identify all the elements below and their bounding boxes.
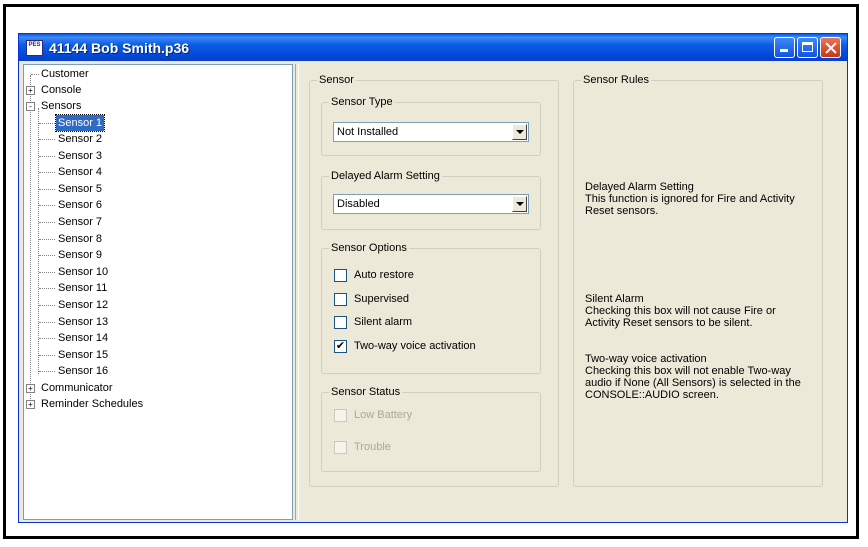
tree-item-label: Sensor 9 [58, 249, 103, 261]
delayed-alarm-select[interactable]: Disabled [333, 194, 529, 214]
checkbox-box [334, 441, 347, 454]
tree-item-label: Sensor 13 [58, 316, 109, 328]
checkbox-label: Silent alarm [354, 316, 413, 328]
tree-item-label: Sensor 11 [58, 282, 108, 294]
checkbox-label: Trouble [354, 441, 391, 453]
tree-item-label: Sensor 14 [58, 332, 109, 344]
checkmark-icon[interactable]: ✔ [334, 340, 347, 353]
app-icon: PES [26, 39, 43, 56]
title-bar[interactable]: PES 41144 Bob Smith.p36 [19, 34, 847, 61]
sensor-status-label: Sensor Status [329, 386, 403, 399]
sensor-type-select[interactable]: Not Installed [333, 122, 529, 142]
rules-line: This function is ignored for Fire and Ac… [585, 193, 795, 205]
rules-line: Checking this box will not cause Fire or [585, 305, 776, 317]
rules-delayed-alarm: Delayed Alarm Setting This function is i… [585, 181, 795, 217]
pane-splitter[interactable] [295, 64, 299, 520]
tree-item-label: Sensor 4 [58, 166, 103, 178]
tree-item-label: Sensor 10 [58, 266, 109, 278]
rules-line: Reset sensors. [585, 205, 659, 217]
tree-item-label: Sensor 16 [58, 365, 109, 377]
checkbox-box[interactable] [334, 269, 347, 282]
rules-line: audio if None (All Sensors) is selected … [585, 377, 801, 389]
sensor-rules-group: Sensor Rules Delayed Alarm Setting This … [573, 74, 823, 487]
rules-two-way-voice: Two-way voice activation Checking this b… [585, 353, 801, 401]
rules-heading: Two-way voice activation [585, 353, 707, 365]
chevron-down-icon[interactable] [512, 124, 527, 140]
sensor-status-group: Sensor Status Low Battery Trouble [321, 386, 541, 472]
checkbox-box[interactable] [334, 293, 347, 306]
sensor-group-label: Sensor [317, 74, 356, 87]
navigation-tree[interactable]: Customer + Console - Sensors Sensor 1 Se… [23, 64, 293, 520]
tree-item-label: Sensor 3 [58, 150, 103, 162]
rules-heading: Delayed Alarm Setting [585, 181, 694, 193]
window-title: 41144 Bob Smith.p36 [49, 39, 190, 56]
sensor-group: Sensor Sensor Type Not Installed Delayed… [309, 74, 559, 487]
checkbox-label: Two-way voice activation [354, 340, 476, 352]
tree-item-label: Sensor 12 [58, 299, 109, 311]
tree-item-label: Console [41, 84, 82, 96]
tree-item-label: Sensor 2 [58, 133, 103, 145]
tree-item-label: Sensor 8 [58, 233, 103, 245]
maximize-button[interactable] [797, 37, 818, 58]
checkbox-label: Low Battery [354, 409, 413, 421]
rules-heading: Silent Alarm [585, 293, 644, 305]
sensor-panel: Sensor Sensor Type Not Installed Delayed… [301, 64, 843, 520]
delayed-alarm-group: Delayed Alarm Setting Disabled [321, 170, 541, 230]
expand-icon[interactable]: + [26, 86, 35, 95]
tree-item-label: Reminder Schedules [41, 398, 144, 410]
sensor-type-label: Sensor Type [329, 96, 395, 109]
minimize-button[interactable] [774, 37, 795, 58]
sensor-options-group: Sensor Options Auto restore Supervised S… [321, 242, 541, 374]
close-button[interactable] [820, 37, 841, 58]
rules-line: Checking this box will not enable Two-wa… [585, 365, 791, 377]
tree-item-label: Sensor 15 [58, 349, 109, 361]
expand-icon[interactable]: + [26, 400, 35, 409]
tree-item-label: Sensor 5 [58, 183, 103, 195]
tree-item-label: Sensor 6 [58, 199, 103, 211]
delayed-alarm-label: Delayed Alarm Setting [329, 170, 442, 183]
checkbox-box [334, 409, 347, 422]
expand-icon[interactable]: + [26, 384, 35, 393]
sensor-options-label: Sensor Options [329, 242, 409, 255]
checkbox-label: Supervised [354, 293, 410, 305]
collapse-icon[interactable]: - [26, 102, 35, 111]
checkbox-label: Auto restore [354, 269, 414, 281]
rules-line: Activity Reset sensors to be silent. [585, 317, 753, 329]
sensor-type-group: Sensor Type Not Installed [321, 96, 541, 156]
sensor-rules-label: Sensor Rules [581, 74, 652, 87]
chevron-down-icon[interactable] [512, 196, 527, 212]
app-window: PES 41144 Bob Smith.p36 Customer + Conso… [18, 33, 848, 523]
tree-connector [38, 108, 39, 374]
tree-connector [30, 75, 31, 409]
tree-item-label: Communicator [41, 382, 113, 394]
tree-item-label: Sensors [41, 100, 82, 112]
tree-item-label: Sensor 7 [58, 216, 103, 228]
checkbox-box[interactable] [334, 316, 347, 329]
delayed-alarm-value: Disabled [337, 198, 380, 210]
rules-silent-alarm: Silent Alarm Checking this box will not … [585, 293, 776, 329]
sensor-type-value: Not Installed [337, 126, 399, 138]
tree-item-label: Sensor 1 [54, 114, 106, 132]
rules-line: CONSOLE::AUDIO screen. [585, 389, 719, 401]
tree-item-label: Customer [41, 68, 89, 80]
